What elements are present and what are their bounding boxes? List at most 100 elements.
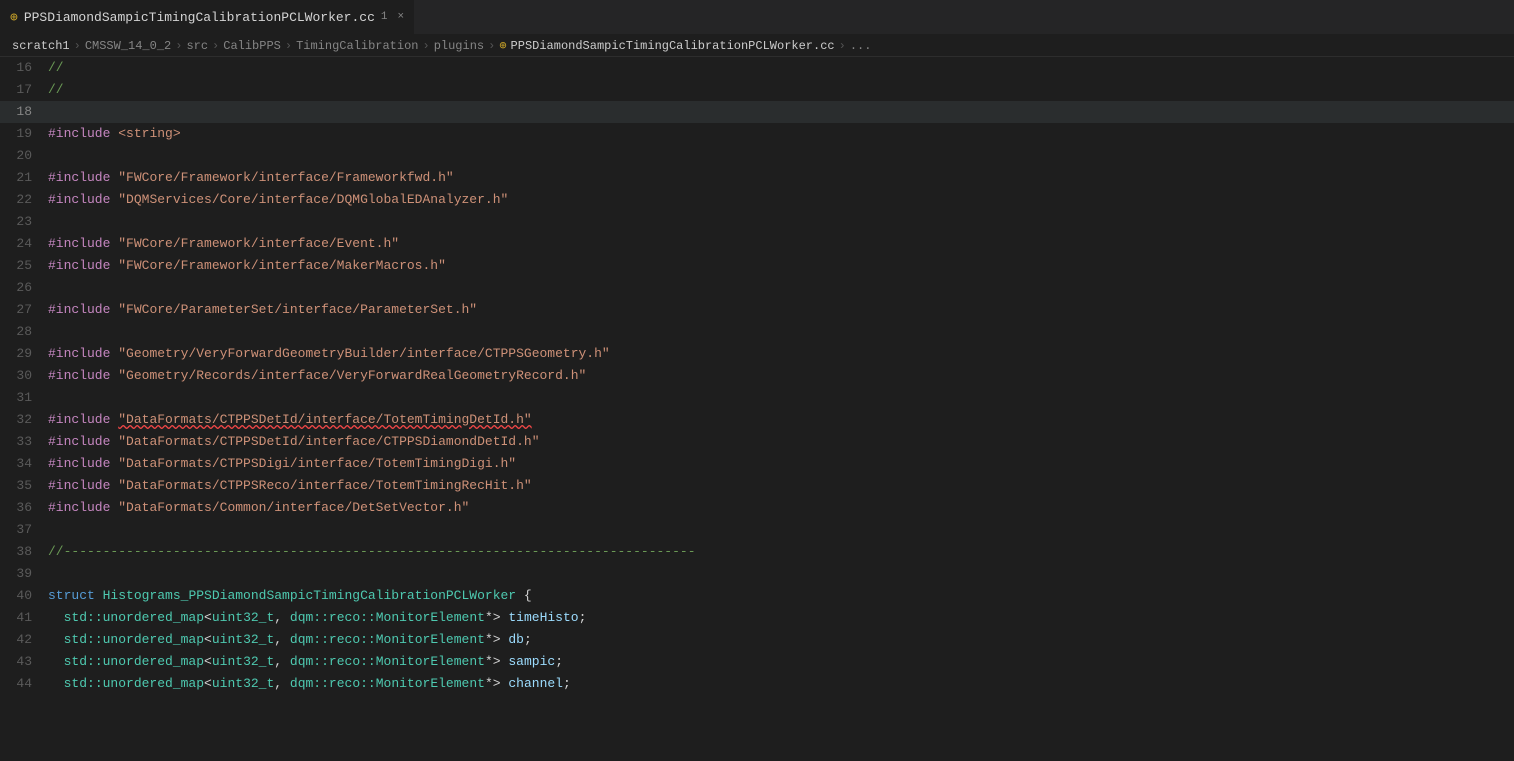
breadcrumb-sep-3: ›: [212, 39, 219, 53]
breadcrumb-file-icon: ⊕: [499, 38, 506, 53]
line-content-16: //: [48, 57, 1514, 79]
tab-close-button[interactable]: ×: [398, 11, 405, 23]
code-line-42: 42 std::unordered_map<uint32_t, dqm::rec…: [0, 629, 1514, 651]
line-content-38: //--------------------------------------…: [48, 541, 1514, 563]
line-content-44: std::unordered_map<uint32_t, dqm::reco::…: [48, 673, 1514, 695]
line-num-43: 43: [0, 651, 48, 673]
line-content-36: #include "DataFormats/Common/interface/D…: [48, 497, 1514, 519]
line-num-44: 44: [0, 673, 48, 695]
line-num-35: 35: [0, 475, 48, 497]
tab-bar: ⊕ PPSDiamondSampicTimingCalibrationPCLWo…: [0, 0, 1514, 35]
line-num-38: 38: [0, 541, 48, 563]
line-num-22: 22: [0, 189, 48, 211]
file-icon: ⊕: [10, 10, 18, 25]
line-content-25: #include "FWCore/Framework/interface/Mak…: [48, 255, 1514, 277]
line-num-41: 41: [0, 607, 48, 629]
line-content-35: #include "DataFormats/CTPPSReco/interfac…: [48, 475, 1514, 497]
line-content-33: #include "DataFormats/CTPPSDetId/interfa…: [48, 431, 1514, 453]
line-num-21: 21: [0, 167, 48, 189]
line-content-42: std::unordered_map<uint32_t, dqm::reco::…: [48, 629, 1514, 651]
code-line-22: 22 #include "DQMServices/Core/interface/…: [0, 189, 1514, 211]
line-num-27: 27: [0, 299, 48, 321]
line-content-41: std::unordered_map<uint32_t, dqm::reco::…: [48, 607, 1514, 629]
line-content-29: #include "Geometry/VeryForwardGeometryBu…: [48, 343, 1514, 365]
line-num-31: 31: [0, 387, 48, 409]
line-content-17: //: [48, 79, 1514, 101]
line-num-16: 16: [0, 57, 48, 79]
breadcrumb-sep-6: ›: [488, 39, 495, 53]
line-content-27: #include "FWCore/ParameterSet/interface/…: [48, 299, 1514, 321]
code-line-35: 35 #include "DataFormats/CTPPSReco/inter…: [0, 475, 1514, 497]
breadcrumb-sep-2: ›: [175, 39, 182, 53]
line-num-34: 34: [0, 453, 48, 475]
line-num-18: 18: [0, 101, 48, 123]
line-content-22: #include "DQMServices/Core/interface/DQM…: [48, 189, 1514, 211]
code-line-25: 25 #include "FWCore/Framework/interface/…: [0, 255, 1514, 277]
code-line-44: 44 std::unordered_map<uint32_t, dqm::rec…: [0, 673, 1514, 695]
breadcrumb: scratch1 › CMSSW_14_0_2 › src › CalibPPS…: [0, 35, 1514, 57]
code-line-18: 18: [0, 101, 1514, 123]
breadcrumb-sep: ›: [74, 39, 81, 53]
code-container: 16 // 17 // 18 19 #include <string> 20 2…: [0, 57, 1514, 761]
breadcrumb-item-file[interactable]: PPSDiamondSampicTimingCalibrationPCLWork…: [511, 39, 835, 53]
code-line-27: 27 #include "FWCore/ParameterSet/interfa…: [0, 299, 1514, 321]
code-line-31: 31: [0, 387, 1514, 409]
line-num-25: 25: [0, 255, 48, 277]
line-content-40: struct Histograms_PPSDiamondSampicTiming…: [48, 585, 1514, 607]
tab-number: 1: [381, 11, 388, 23]
line-num-30: 30: [0, 365, 48, 387]
line-num-37: 37: [0, 519, 48, 541]
code-line-34: 34 #include "DataFormats/CTPPSDigi/inter…: [0, 453, 1514, 475]
line-num-33: 33: [0, 431, 48, 453]
code-line-29: 29 #include "Geometry/VeryForwardGeometr…: [0, 343, 1514, 365]
code-line-23: 23: [0, 211, 1514, 233]
code-line-19: 19 #include <string>: [0, 123, 1514, 145]
line-num-26: 26: [0, 277, 48, 299]
breadcrumb-item-timingcal[interactable]: TimingCalibration: [296, 39, 418, 53]
line-num-24: 24: [0, 233, 48, 255]
code-line-26: 26: [0, 277, 1514, 299]
line-num-19: 19: [0, 123, 48, 145]
line-content-19: #include <string>: [48, 123, 1514, 145]
code-line-30: 30 #include "Geometry/Records/interface/…: [0, 365, 1514, 387]
line-num-32: 32: [0, 409, 48, 431]
breadcrumb-item-dots: ...: [850, 39, 872, 53]
line-content-24: #include "FWCore/Framework/interface/Eve…: [48, 233, 1514, 255]
line-content-21: #include "FWCore/Framework/interface/Fra…: [48, 167, 1514, 189]
breadcrumb-sep-7: ›: [839, 39, 846, 53]
code-line-39: 39: [0, 563, 1514, 585]
line-num-17: 17: [0, 79, 48, 101]
editor: 16 // 17 // 18 19 #include <string> 20 2…: [0, 57, 1514, 761]
code-line-21: 21 #include "FWCore/Framework/interface/…: [0, 167, 1514, 189]
code-line-24: 24 #include "FWCore/Framework/interface/…: [0, 233, 1514, 255]
line-num-39: 39: [0, 563, 48, 585]
code-line-37: 37: [0, 519, 1514, 541]
code-line-40: 40 struct Histograms_PPSDiamondSampicTim…: [0, 585, 1514, 607]
breadcrumb-sep-4: ›: [285, 39, 292, 53]
line-num-20: 20: [0, 145, 48, 167]
breadcrumb-item-plugins[interactable]: plugins: [434, 39, 484, 53]
code-line-16: 16 //: [0, 57, 1514, 79]
code-line-20: 20: [0, 145, 1514, 167]
code-line-28: 28: [0, 321, 1514, 343]
code-line-36: 36 #include "DataFormats/Common/interfac…: [0, 497, 1514, 519]
line-num-40: 40: [0, 585, 48, 607]
code-line-41: 41 std::unordered_map<uint32_t, dqm::rec…: [0, 607, 1514, 629]
line-num-42: 42: [0, 629, 48, 651]
breadcrumb-sep-5: ›: [422, 39, 429, 53]
code-line-17: 17 //: [0, 79, 1514, 101]
breadcrumb-item-calibpps[interactable]: CalibPPS: [223, 39, 281, 53]
line-content-32: #include "DataFormats/CTPPSDetId/interfa…: [48, 409, 1514, 431]
editor-tab[interactable]: ⊕ PPSDiamondSampicTimingCalibrationPCLWo…: [0, 0, 415, 34]
breadcrumb-item-cmssw[interactable]: CMSSW_14_0_2: [85, 39, 171, 53]
line-num-23: 23: [0, 211, 48, 233]
breadcrumb-item-scratch1[interactable]: scratch1: [12, 39, 70, 53]
code-line-32: 32 #include "DataFormats/CTPPSDetId/inte…: [0, 409, 1514, 431]
code-line-38: 38 //-----------------------------------…: [0, 541, 1514, 563]
breadcrumb-item-src[interactable]: src: [186, 39, 208, 53]
line-content-30: #include "Geometry/Records/interface/Ver…: [48, 365, 1514, 387]
line-num-29: 29: [0, 343, 48, 365]
tab-label: PPSDiamondSampicTimingCalibrationPCLWork…: [24, 10, 375, 25]
line-num-28: 28: [0, 321, 48, 343]
line-num-36: 36: [0, 497, 48, 519]
